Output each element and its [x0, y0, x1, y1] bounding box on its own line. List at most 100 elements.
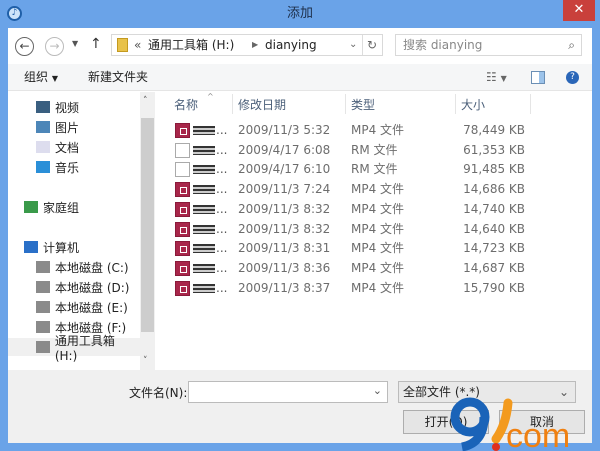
preview-pane-icon[interactable] [531, 71, 545, 84]
breadcrumb-separator-icon: ▶ [252, 40, 259, 49]
view-options-icon[interactable]: ☷ ▼ [486, 64, 507, 92]
forward-button[interactable]: → [45, 37, 64, 56]
sidebar-item[interactable]: 视频 [36, 98, 79, 116]
sidebar-item[interactable]: 本地磁盘 (D:) [36, 278, 129, 296]
filename-input[interactable]: ⌄ [188, 381, 388, 403]
sidebar-item[interactable]: 家庭组 [24, 198, 79, 216]
mp4-file-icon [175, 280, 190, 296]
file-row[interactable]: ... 2009/11/3 7:24 MP4 文件 14,686 KB [155, 180, 592, 199]
sidebar-item[interactable]: 计算机 [24, 238, 79, 256]
sidebar-item[interactable]: 本地磁盘 (E:) [36, 298, 128, 316]
file-type: RM 文件 [351, 142, 398, 157]
refresh-icon[interactable]: ↻ [367, 35, 377, 55]
file-row[interactable]: ... 2009/11/3 8:36 MP4 文件 14,687 KB [155, 259, 592, 278]
address-history-icon[interactable]: ⌄ [349, 35, 357, 55]
breadcrumb-folder[interactable]: dianying [265, 35, 317, 55]
window-title: 添加 [286, 6, 313, 21]
sidebar-item-label: 图片 [55, 120, 80, 135]
sidebar-item-label: 本地磁盘 (D:) [55, 280, 130, 295]
file-row[interactable]: ... 2009/11/3 5:32 MP4 文件 78,449 KB [155, 121, 592, 140]
help-icon[interactable]: ? [566, 71, 579, 84]
mp4-file-icon [175, 182, 190, 198]
file-size: 14,723 KB [463, 241, 525, 256]
file-size: 14,740 KB [463, 201, 525, 216]
file-date: 2009/11/3 8:31 [238, 241, 331, 256]
file-name-redacted [193, 185, 215, 195]
file-row[interactable]: ... 2009/4/17 6:08 RM 文件 61,353 KB [155, 141, 592, 160]
file-date: 2009/11/3 5:32 [238, 123, 331, 137]
column-header-name[interactable]: 名称 [174, 96, 198, 114]
sidebar-item-label: 家庭组 [43, 200, 80, 215]
navigation-bar: ← → ▼ ↑ « 通用工具箱 (H:) ▶ dianying ⌄ ↻ 搜索 d… [8, 28, 592, 64]
close-button[interactable]: ✕ [563, 0, 595, 21]
filename-label: 文件名(N): [129, 386, 188, 400]
watermark-logo: com [450, 397, 570, 451]
video-icon [36, 101, 50, 113]
file-row[interactable]: ... 2009/11/3 8:31 MP4 文件 14,723 KB [155, 239, 592, 258]
file-date: 2009/11/3 8:32 [238, 201, 331, 216]
sort-ascending-icon: ^ [207, 92, 214, 101]
file-name-redacted [193, 145, 215, 155]
file-date: 2009/4/17 6:10 [238, 162, 331, 177]
column-header-date[interactable]: 修改日期 [238, 96, 286, 114]
breadcrumb-drive[interactable]: 通用工具箱 (H:) [148, 35, 234, 55]
file-name-redacted [193, 263, 215, 273]
drive-icon [36, 301, 50, 313]
file-date: 2009/11/3 8:37 [238, 280, 331, 295]
file-size: 61,353 KB [463, 142, 525, 157]
sidebar-item-label: 本地磁盘 (C:) [55, 260, 129, 275]
back-button[interactable]: ← [15, 37, 34, 56]
file-name-redacted [193, 126, 215, 135]
file-name-redacted [193, 244, 215, 254]
file-name-redacted [193, 283, 215, 293]
mp4-file-icon [175, 123, 190, 138]
file-name: ... [216, 221, 228, 236]
file-name: ... [216, 241, 228, 256]
file-name-redacted [193, 165, 215, 175]
new-folder-button[interactable]: 新建文件夹 [88, 64, 148, 91]
sidebar-item[interactable]: 音乐 [36, 158, 79, 176]
file-name: ... [216, 162, 228, 177]
mp4-file-icon [175, 201, 190, 217]
sidebar-item[interactable]: 图片 [36, 118, 79, 136]
recent-dropdown-icon[interactable]: ▼ [72, 39, 78, 48]
file-name: ... [216, 123, 228, 137]
drive-icon [36, 341, 50, 353]
toolbar: 组织 ▼ 新建文件夹 ☷ ▼ ? [8, 64, 592, 91]
sidebar-item[interactable]: 本地磁盘 (C:) [36, 258, 129, 276]
address-bar[interactable]: « 通用工具箱 (H:) ▶ dianying ⌄ ↻ [111, 34, 383, 56]
search-placeholder: 搜索 dianying [403, 38, 483, 52]
sidebar-item[interactable]: 通用工具箱 (H:) [8, 334, 140, 363]
column-header-type[interactable]: 类型 [351, 96, 375, 114]
file-type: MP4 文件 [351, 123, 405, 137]
mp4-file-icon [175, 221, 190, 237]
sidebar-item[interactable]: 文档 [36, 138, 79, 156]
sidebar-item-label: 通用工具箱 (H:) [54, 333, 115, 363]
sidebar-item-label: 文档 [55, 140, 80, 155]
file-name: ... [216, 260, 228, 275]
file-row[interactable]: ... 2009/4/17 6:10 RM 文件 91,485 KB [155, 160, 592, 179]
file-row[interactable]: ... 2009/11/3 8:37 MP4 文件 15,790 KB [155, 279, 592, 298]
mp4-file-icon [175, 241, 190, 257]
homegroup-icon [24, 201, 38, 213]
file-size: 15,790 KB [463, 280, 525, 295]
column-header-size[interactable]: 大小 [461, 96, 485, 114]
file-type: MP4 文件 [351, 280, 405, 295]
file-size: 14,687 KB [463, 260, 525, 275]
breadcrumb-overflow[interactable]: « [134, 35, 141, 55]
search-input[interactable]: 搜索 dianying ⌕ [395, 34, 582, 56]
sidebar-scrollbar[interactable]: ˄ ˅ [140, 92, 155, 370]
scrollbar-thumb[interactable] [141, 118, 154, 332]
file-row[interactable]: ... 2009/11/3 8:32 MP4 文件 14,640 KB [155, 220, 592, 239]
filename-dropdown-icon[interactable]: ⌄ [373, 384, 382, 397]
file-name-redacted [193, 224, 215, 234]
organize-button[interactable]: 组织 ▼ [24, 64, 58, 92]
file-size: 14,686 KB [463, 182, 525, 197]
file-date: 2009/11/3 8:36 [238, 260, 331, 275]
file-row[interactable]: ... 2009/11/3 8:32 MP4 文件 14,740 KB [155, 200, 592, 219]
search-icon[interactable]: ⌕ [568, 35, 575, 55]
file-type: MP4 文件 [351, 201, 405, 216]
up-button[interactable]: ↑ [90, 36, 102, 52]
drive-icon [36, 321, 50, 333]
sidebar-item-label: 视频 [55, 100, 80, 115]
